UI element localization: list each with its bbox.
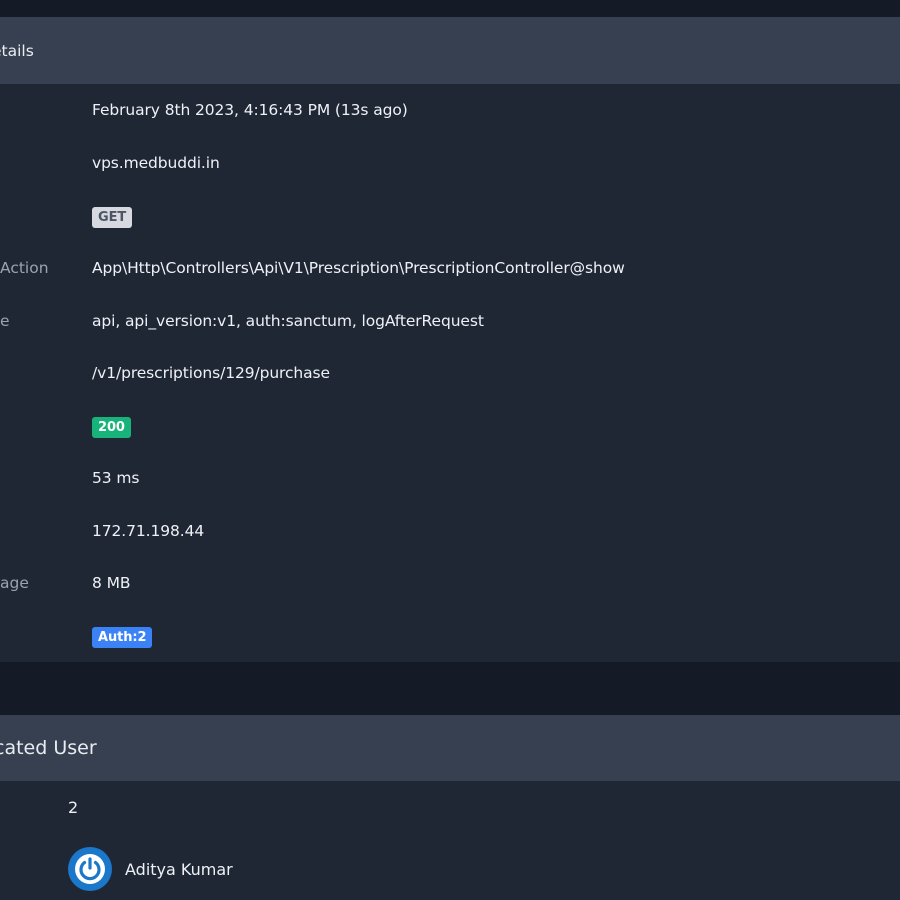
avatar xyxy=(68,847,112,891)
detail-value-memory: 8 MB xyxy=(92,574,131,592)
detail-row-tags: Auth:2 xyxy=(0,625,900,649)
tag-badge[interactable]: Auth:2 xyxy=(92,626,153,648)
detail-row-path: /v1/prescriptions/129/purchase xyxy=(0,361,900,385)
detail-value-status: 200 xyxy=(92,416,131,438)
detail-value-duration: 53 ms xyxy=(92,469,140,487)
detail-value-middleware: api, api_version:v1, auth:sanctum, logAf… xyxy=(92,312,484,330)
detail-value-controller-action: App\Http\Controllers\Api\V1\Prescription… xyxy=(92,259,625,277)
detail-row-hostname: vps.medbuddi.in xyxy=(0,151,900,175)
user-row: Aditya Kumar xyxy=(68,847,233,891)
detail-row-method: GET xyxy=(0,205,900,229)
detail-value-method: GET xyxy=(92,206,133,228)
detail-value-hostname: vps.medbuddi.in xyxy=(92,154,220,172)
detail-row-memory: age 8 MB xyxy=(0,571,900,595)
authenticated-user-card: cated User 2 Aditya Kumar xyxy=(0,715,900,900)
page: etails February 8th 2023, 4:16:43 PM (13… xyxy=(0,0,900,900)
user-id: 2 xyxy=(68,798,79,817)
status-badge: 200 xyxy=(92,416,131,438)
detail-value-ip: 172.71.198.44 xyxy=(92,522,205,540)
authenticated-user-title: cated User xyxy=(0,737,97,759)
detail-label-controller-action: Action xyxy=(0,259,49,277)
detail-row-middleware: e api, api_version:v1, auth:sanctum, log… xyxy=(0,309,900,333)
detail-label-memory: age xyxy=(0,574,29,592)
request-details-card: etails February 8th 2023, 4:16:43 PM (13… xyxy=(0,17,900,662)
request-details-header: etails xyxy=(0,17,900,84)
power-icon xyxy=(70,849,110,889)
detail-row-duration: 53 ms xyxy=(0,466,900,490)
authenticated-user-header: cated User xyxy=(0,715,900,781)
detail-row-time: February 8th 2023, 4:16:43 PM (13s ago) xyxy=(0,98,900,122)
detail-value-tags: Auth:2 xyxy=(92,626,153,648)
user-name: Aditya Kumar xyxy=(125,859,233,879)
detail-value-path: /v1/prescriptions/129/purchase xyxy=(92,364,330,382)
method-badge: GET xyxy=(92,206,133,228)
detail-row-status: 200 xyxy=(0,415,900,439)
detail-row-ip: 172.71.198.44 xyxy=(0,519,900,543)
detail-value-time: February 8th 2023, 4:16:43 PM (13s ago) xyxy=(92,101,408,119)
detail-label-middleware: e xyxy=(0,312,10,330)
detail-row-controller-action: Action App\Http\Controllers\Api\V1\Presc… xyxy=(0,256,900,280)
request-details-title: etails xyxy=(0,41,34,60)
